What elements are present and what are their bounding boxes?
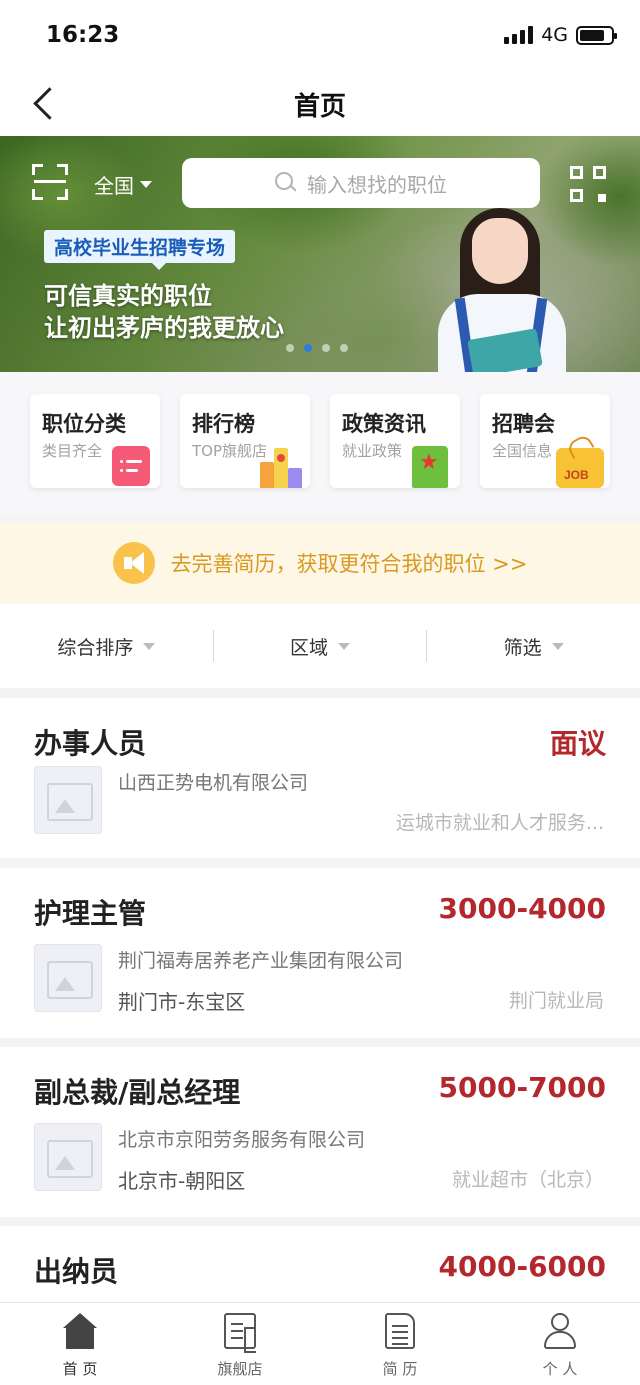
bottom-tab-bar: 首 页 旗舰店 简 历 个 人 (0, 1302, 640, 1385)
banner-subheadline: 让初出茅庐的我更放心 (44, 314, 284, 342)
banner-tag: 高校毕业生招聘专场 (44, 230, 236, 270)
resume-icon (385, 1313, 415, 1349)
filter-bar: 综合排序 区域 筛选 (0, 604, 640, 688)
battery-icon (576, 25, 617, 45)
filter-dropdown[interactable]: 筛选 (427, 630, 640, 662)
job-salary: 5000-7000 (438, 1071, 606, 1104)
job-title: 副总裁/副总经理 (34, 1076, 241, 1109)
filter-label: 筛选 (503, 636, 542, 659)
quick-entry-title: 招聘会 (492, 412, 555, 436)
company-name: 山西正势电机有限公司 (118, 772, 309, 794)
tab-resume[interactable]: 简 历 (320, 1303, 480, 1385)
search-input[interactable]: 输入想找的职位 (182, 158, 540, 208)
job-salary: 面议 (549, 727, 606, 760)
quick-entry-subtitle: 类目齐全 (42, 442, 103, 460)
network-type: 4G (541, 24, 568, 46)
job-fair-icon-label: JOB (564, 468, 589, 482)
caret-down-icon (143, 642, 156, 650)
carousel-dot (322, 344, 330, 352)
quick-entry-title: 政策资讯 (342, 412, 426, 436)
company-logo-placeholder-icon (34, 766, 102, 834)
tab-flagship-store[interactable]: 旗舰店 (160, 1303, 320, 1385)
policy-book-icon (412, 446, 448, 488)
company-logo-placeholder-icon (34, 1123, 102, 1191)
job-source: 荆门就业局 (508, 990, 604, 1012)
carousel-dots (286, 344, 348, 352)
tab-label: 首 页 (62, 1360, 98, 1378)
job-fair-icon: JOB (556, 448, 604, 488)
quick-entry-subtitle: 就业政策 (342, 442, 403, 460)
banner-photo (432, 206, 572, 372)
company-logo-placeholder-icon (34, 944, 102, 1012)
signal-icon (504, 26, 534, 44)
caret-down-icon (338, 642, 351, 650)
quick-entry-subtitle: TOP旗舰店 (192, 442, 268, 460)
caret-down-icon (140, 181, 152, 188)
job-card[interactable]: 出纳员 4000-6000 (0, 1226, 640, 1306)
job-title: 护理主管 (34, 897, 147, 930)
job-salary: 3000-4000 (438, 892, 606, 925)
company-name: 荆门福寿居养老产业集团有限公司 (118, 950, 404, 972)
region-dropdown[interactable]: 区域 (214, 630, 427, 662)
job-salary: 4000-6000 (438, 1250, 606, 1283)
caret-down-icon (551, 642, 564, 650)
job-card[interactable]: 副总裁/副总经理 5000-7000 北京市京阳劳务服务有限公司 北京市-朝阳区… (0, 1047, 640, 1217)
job-location: 荆门市-东宝区 (118, 990, 246, 1014)
tab-profile[interactable]: 个 人 (480, 1303, 640, 1385)
list-icon (112, 446, 150, 486)
region-selector[interactable]: 全国 (94, 170, 152, 199)
quick-entry-title: 职位分类 (42, 412, 126, 436)
banner-headline: 可信真实的职位 (44, 282, 212, 310)
notice-text: 去完善简历，获取更符合我的职位 >> (170, 552, 528, 576)
tab-label: 简 历 (382, 1360, 418, 1378)
megaphone-icon (112, 542, 155, 584)
region-label: 全国 (94, 174, 134, 198)
nav-bar: 首页 (0, 72, 640, 136)
quick-entry-category[interactable]: 职位分类 类目齐全 (30, 394, 160, 488)
company-name: 北京市京阳劳务服务有限公司 (118, 1129, 366, 1151)
status-time: 16:23 (46, 22, 120, 48)
status-bar: 16:23 4G (0, 0, 640, 72)
scan-icon[interactable] (32, 164, 68, 200)
carousel-dot (340, 344, 348, 352)
job-card[interactable]: 护理主管 3000-4000 荆门福寿居养老产业集团有限公司 荆门市-东宝区 荆… (0, 868, 640, 1038)
complete-resume-banner[interactable]: 去完善简历，获取更符合我的职位 >> (0, 522, 640, 604)
job-source: 就业超市（北京） (451, 1169, 604, 1191)
carousel-dot-active (304, 344, 312, 352)
sort-dropdown[interactable]: 综合排序 (0, 630, 213, 662)
job-title: 出纳员 (34, 1255, 119, 1288)
search-icon (275, 172, 297, 194)
tab-label: 个 人 (542, 1360, 578, 1378)
job-title: 办事人员 (34, 727, 147, 760)
job-source: 运城市就业和人才服务... (395, 812, 604, 834)
page-title: 首页 (293, 92, 346, 122)
qr-code-icon[interactable] (570, 166, 606, 202)
filter-label: 区域 (290, 636, 329, 659)
tab-label: 旗舰店 (217, 1360, 263, 1378)
store-icon (224, 1313, 256, 1353)
banner[interactable]: 全国 输入想找的职位 高校毕业生招聘专场 可信真实的职位 让初出茅庐的我更放心 (0, 136, 640, 372)
quick-entry-job-fair[interactable]: 招聘会 全国信息 JOB (480, 394, 610, 488)
job-card[interactable]: 办事人员 面议 山西正势电机有限公司 运城市就业和人才服务... (0, 698, 640, 858)
job-location: 北京市-朝阳区 (118, 1169, 246, 1193)
ranking-icon (260, 446, 304, 488)
quick-entry-subtitle: 全国信息 (492, 442, 553, 460)
filter-label: 综合排序 (57, 636, 134, 659)
user-icon (543, 1313, 577, 1349)
quick-entry-policy[interactable]: 政策资讯 就业政策 (330, 394, 460, 488)
home-icon (63, 1313, 97, 1349)
quick-entry-title: 排行榜 (192, 412, 255, 436)
quick-entry-ranking[interactable]: 排行榜 TOP旗舰店 (180, 394, 310, 488)
status-indicators: 4G (504, 24, 617, 46)
quick-entry-grid: 职位分类 类目齐全 排行榜 TOP旗舰店 政策资讯 就业政策 招聘会 全国信息 … (0, 372, 640, 514)
tab-home[interactable]: 首 页 (0, 1303, 160, 1385)
search-placeholder: 输入想找的职位 (307, 172, 447, 197)
carousel-dot (286, 344, 294, 352)
